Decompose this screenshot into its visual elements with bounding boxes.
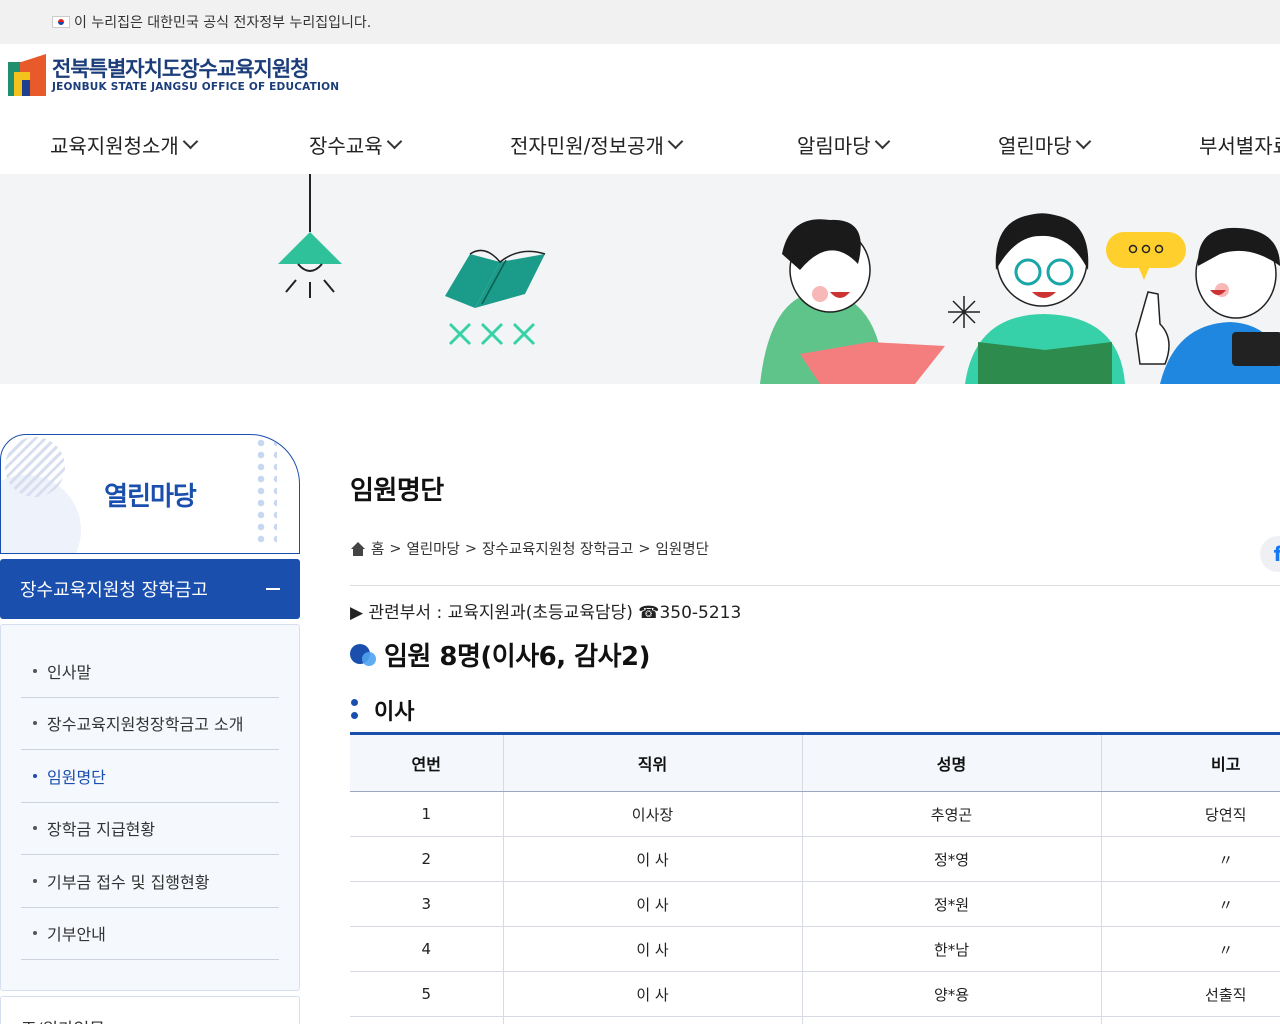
chevron-down-icon: [667, 133, 684, 150]
gnb-item-jangsu-edu[interactable]: 장수교육: [309, 130, 402, 159]
logo-name-ko: 전북특별자치도장수교육지원청: [52, 57, 309, 81]
divider: [350, 585, 1280, 586]
page-title: 임원명단: [350, 476, 444, 506]
officers-table: 연번 직위 성명 비고 1 이사장 추영곤 당연직 2 이 사 정*영 〃 3 …: [350, 732, 1280, 1024]
gov-banner-text: 이 누리집은 대한민국 공식 전자정부 누리집입니다.: [74, 15, 372, 31]
sidebar-item-intro[interactable]: 장수교육지원청장학금고 소개: [21, 698, 279, 750]
table-row: 2 이 사 정*영 〃: [350, 836, 1280, 882]
logo-mark-icon: [8, 54, 46, 96]
gnb-item-intro[interactable]: 교육지원청소개: [50, 130, 199, 159]
breadcrumb-current: 임원명단: [655, 542, 709, 558]
sidebar-item-scholarship-status[interactable]: 장학금 지급현황: [21, 803, 279, 855]
section-heading: 임원 8명(이사6, 감사2): [350, 636, 650, 673]
breadcrumb: 홈 > 열린마당 > 장수교육지원청 장학금고 > 임원명단: [350, 538, 709, 559]
gnb-item-open[interactable]: 열린마당: [998, 130, 1091, 159]
table-row: [350, 1016, 1280, 1024]
table-row: 3 이 사 정*원 〃: [350, 881, 1280, 927]
sidebar-active-label: 장수교육지원청 장학금고: [20, 580, 208, 601]
facebook-icon: f: [1273, 542, 1280, 566]
chevron-down-icon: [386, 133, 402, 150]
table-header-row: 연번 직위 성명 비고: [350, 733, 1280, 792]
col-header-note: 비고: [1101, 733, 1280, 792]
chevron-down-icon: [1075, 133, 1091, 150]
main-navigation: 교육지원청소개 장수교육 전자민원/정보공개 알림마당 열린마당 부서별자료: [0, 130, 1280, 174]
chevron-down-icon: [874, 133, 890, 150]
sidebar-item-donation-status[interactable]: 기부금 접수 및 집행현황: [21, 855, 279, 908]
bullet-circle-icon: [350, 643, 376, 666]
facebook-share-button[interactable]: f: [1260, 536, 1280, 572]
breadcrumb-open[interactable]: 열린마당: [407, 538, 460, 559]
officers-table-wrapper: 연번 직위 성명 비고 1 이사장 추영곤 당연직 2 이 사 정*영 〃 3 …: [350, 732, 1280, 1024]
col-header-no: 연번: [350, 733, 504, 792]
breadcrumb-home[interactable]: 홈: [371, 538, 384, 559]
sidebar-next-menu[interactable]: 조/원가업무: [0, 996, 300, 1024]
logo-name-en: JEONBUK STATE JANGSU OFFICE OF EDUCATION: [52, 81, 340, 93]
sub-heading: 이사: [350, 694, 414, 726]
breadcrumb-scholarship[interactable]: 장수교육지원청 장학금고: [482, 538, 633, 559]
col-header-position: 직위: [503, 733, 803, 792]
colon-bullet-icon: [350, 699, 358, 721]
gov-banner: 이 누리집은 대한민국 공식 전자정부 누리집입니다.: [0, 0, 1280, 44]
table-row: 4 이 사 한*남 〃: [350, 926, 1280, 972]
col-header-name: 성명: [802, 733, 1102, 792]
main-content: 임원명단 홈 > 열린마당 > 장수교육지원청 장학금고 > 임원명단 f ▶ …: [350, 470, 1280, 1024]
sidebar-item-donation-guide[interactable]: 기부안내: [21, 908, 279, 960]
sidebar-item-greeting[interactable]: 인사말: [21, 645, 279, 698]
sub-visual-banner: [0, 174, 1280, 384]
gnb-item-notice[interactable]: 알림마당: [797, 130, 890, 159]
sidebar-item-officers[interactable]: 임원명단: [21, 750, 279, 803]
chevron-down-icon: [182, 133, 199, 150]
korea-flag-icon: [52, 16, 70, 28]
sidebar-submenu: 인사말 장수교육지원청장학금고 소개 임원명단 장학금 지급현황 기부금 접수 …: [0, 624, 300, 991]
kids-reading-illustration: [278, 174, 1280, 384]
related-department: ▶ 관련부서 : 교육지원과(초등교육담당) ☎350-5213: [350, 603, 742, 623]
site-header: 전북특별자치도장수교육지원청 JEONBUK STATE JANGSU OFFI…: [0, 44, 1280, 174]
table-row: 1 이사장 추영곤 당연직: [350, 791, 1280, 837]
gnb-item-civil[interactable]: 전자민원/정보공개: [510, 130, 684, 159]
sidebar-title: 열린마당: [104, 481, 197, 512]
collapse-minus-icon: [266, 588, 280, 590]
sidebar-active-menu[interactable]: 장수교육지원청 장학금고: [0, 559, 300, 619]
sidebar: 열린마당 장수교육지원청 장학금고 인사말 장수교육지원청장학금고 소개 임원명…: [0, 434, 300, 1024]
site-logo[interactable]: 전북특별자치도장수교육지원청 JEONBUK STATE JANGSU OFFI…: [8, 54, 339, 96]
gnb-item-dept[interactable]: 부서별자료: [1199, 130, 1280, 159]
sidebar-title-box: 열린마당: [0, 434, 300, 554]
table-row: 5 이 사 양*용 선출직: [350, 971, 1280, 1017]
home-icon[interactable]: [350, 541, 366, 556]
